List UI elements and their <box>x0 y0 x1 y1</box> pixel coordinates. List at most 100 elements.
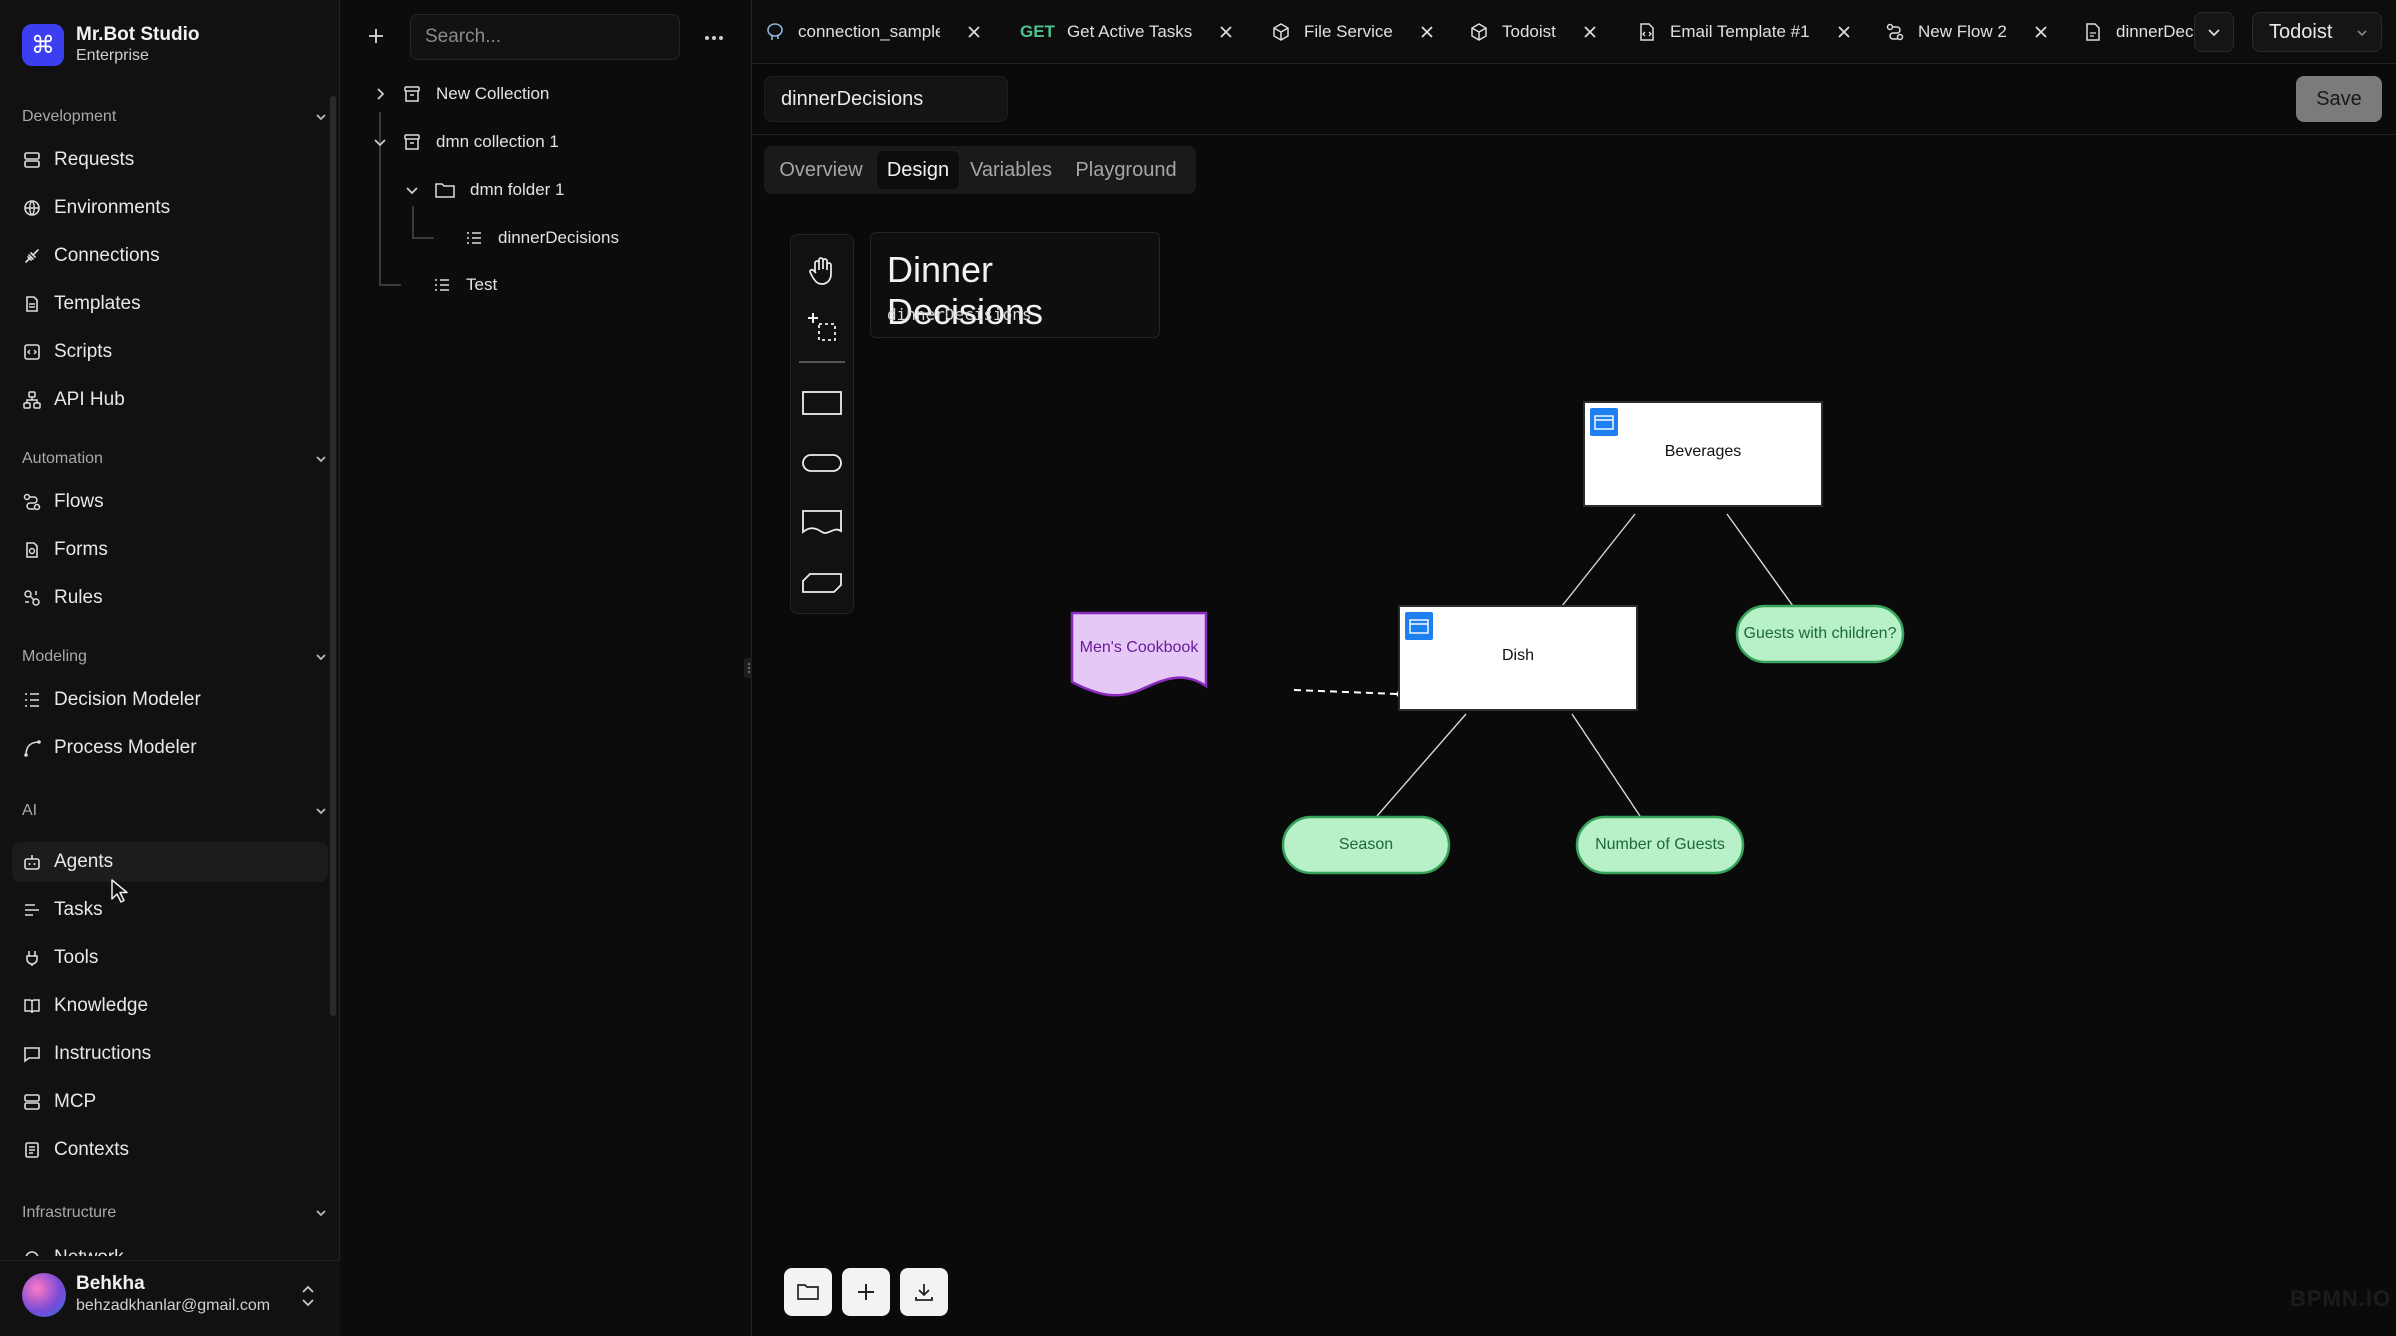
nav-item-tasks[interactable]: Tasks <box>12 890 328 930</box>
nav-section-ai[interactable]: AI <box>22 796 328 826</box>
nav-section-automation[interactable]: Automation <box>22 444 328 474</box>
tree-item-dmn-folder[interactable]: dmn folder 1 <box>404 172 565 208</box>
network-icon <box>23 391 41 409</box>
explorer-panel: New Collection dmn collection 1 dmn fold… <box>340 0 752 1336</box>
nav-section-modeling[interactable]: Modeling <box>22 642 328 672</box>
download-button[interactable] <box>900 1268 948 1316</box>
nav-item-forms[interactable]: Forms <box>12 530 328 570</box>
tab-design[interactable]: Design <box>877 151 959 189</box>
nav-item-contexts[interactable]: Contexts <box>12 1130 328 1170</box>
sidebar-scrollbar[interactable] <box>330 96 336 1016</box>
tab-email-template[interactable]: Email Template #1 <box>1636 0 1852 64</box>
nav-section-development[interactable]: Development <box>22 102 328 132</box>
nav-item-environments[interactable]: Environments <box>12 188 328 228</box>
tab-connection-sample[interactable]: connection_sample <box>764 0 982 64</box>
box-icon <box>1273 23 1289 41</box>
folder-icon <box>797 1284 819 1300</box>
requirement-edge[interactable] <box>1726 513 1799 614</box>
model-name-input[interactable] <box>764 76 1008 122</box>
sidebar: ⌘ Mr.Bot Studio Enterprise Development R… <box>0 0 340 1336</box>
tasks-icon <box>25 904 39 916</box>
authority-requirement-edge[interactable] <box>1293 689 1399 695</box>
nav-item-api-hub[interactable]: API Hub <box>12 380 328 420</box>
close-icon[interactable] <box>2033 24 2049 40</box>
tab-playground[interactable]: Playground <box>1063 151 1189 189</box>
nav-item-instructions[interactable]: Instructions <box>12 1034 328 1074</box>
close-icon[interactable] <box>1218 24 1234 40</box>
nav-item-agents[interactable]: Agents <box>12 842 328 882</box>
nav-item-requests[interactable]: Requests <box>12 140 328 180</box>
nav-item-process-modeler[interactable]: Process Modeler <box>12 728 328 768</box>
book-icon <box>24 999 40 1014</box>
tree-item-dinner-decisions[interactable]: dinnerDecisions <box>464 220 619 256</box>
chevron-down-icon <box>2208 29 2220 37</box>
tab-todoist[interactable]: Todoist <box>1468 0 1598 64</box>
decision-label: Beverages <box>1664 443 1742 460</box>
chevron-down-icon <box>316 808 326 815</box>
plug-icon <box>25 249 39 263</box>
requirement-edge[interactable] <box>1376 713 1467 817</box>
rules-icon <box>24 590 40 606</box>
chevrons-up-down-icon[interactable] <box>298 1283 318 1309</box>
nav-item-mcp[interactable]: MCP <box>12 1082 328 1122</box>
decision-label: Dish <box>1501 647 1534 664</box>
chevron-down-icon <box>316 654 326 661</box>
list-tree-icon <box>25 693 39 707</box>
nav-item-network[interactable]: Network <box>12 1238 328 1256</box>
workspace-select[interactable]: Todoist <box>2252 12 2382 52</box>
sidebar-nav: Development Requests Environments Connec… <box>0 96 330 1256</box>
input-data-label: Number of Guests <box>1595 836 1725 853</box>
folder-icon <box>435 183 455 198</box>
message-icon <box>24 1047 40 1063</box>
brand[interactable]: ⌘ Mr.Bot Studio Enterprise <box>22 22 199 68</box>
file-dmn-icon <box>2086 23 2100 41</box>
explorer-search-input[interactable] <box>410 14 680 60</box>
nav-item-connections[interactable]: Connections <box>12 236 328 276</box>
bot-icon <box>24 855 40 870</box>
tab-dinner-decisions[interactable]: dinnerDecisions <box>2082 0 2196 64</box>
knowledge-source-label: Men's Cookbook <box>1079 639 1199 656</box>
close-icon[interactable] <box>1836 24 1852 40</box>
document-icon <box>25 1142 39 1158</box>
input-data-label: Guests with children? <box>1743 625 1897 642</box>
nav-item-flows[interactable]: Flows <box>12 482 328 522</box>
file-icon <box>26 296 38 312</box>
close-icon[interactable] <box>1419 24 1435 40</box>
tabs-overflow-button[interactable] <box>2194 12 2234 52</box>
nav-item-templates[interactable]: Templates <box>12 284 328 324</box>
nav-section-infrastructure[interactable]: Infrastructure <box>22 1198 328 1228</box>
nav-item-decision-modeler[interactable]: Decision Modeler <box>12 680 328 720</box>
code-icon <box>24 344 40 360</box>
brand-plan: Enterprise <box>76 47 149 64</box>
new-diagram-button[interactable] <box>842 1268 890 1316</box>
tab-get-active-tasks[interactable]: GET Get Active Tasks <box>1020 0 1234 64</box>
tab-overview[interactable]: Overview <box>769 151 873 189</box>
tab-new-flow-2[interactable]: New Flow 2 <box>1884 0 2049 64</box>
plus-icon <box>369 29 383 43</box>
user-menu[interactable]: Behkha behzadkhanlar@gmail.com <box>0 1260 340 1336</box>
tree-item-new-collection[interactable]: New Collection <box>372 76 549 112</box>
close-icon[interactable] <box>1582 24 1598 40</box>
more-options-button[interactable] <box>698 22 730 54</box>
tree-item-dmn-collection[interactable]: dmn collection 1 <box>372 124 559 160</box>
curve-icon <box>24 740 41 757</box>
view-tabs: Overview Design Variables Playground <box>764 146 1196 194</box>
tab-variables[interactable]: Variables <box>963 151 1059 189</box>
archive-icon <box>404 134 420 150</box>
requirement-edge[interactable] <box>1561 513 1636 607</box>
nav-item-rules[interactable]: Rules <box>12 578 328 618</box>
save-button[interactable]: Save <box>2296 76 2382 122</box>
nav-item-knowledge[interactable]: Knowledge <box>12 986 328 1026</box>
add-item-button[interactable] <box>360 20 392 52</box>
tree-item-test[interactable]: Test <box>432 267 497 303</box>
chevron-right-icon <box>377 88 385 100</box>
postgres-icon <box>767 23 783 40</box>
tab-file-service[interactable]: File Service <box>1270 0 1435 64</box>
bpmn-io-logo[interactable]: BPMN.IO <box>2290 1286 2391 1312</box>
open-file-button[interactable] <box>784 1268 832 1316</box>
nav-item-tools[interactable]: Tools <box>12 938 328 978</box>
avatar <box>22 1273 66 1317</box>
requirement-edge[interactable] <box>1571 713 1641 817</box>
close-icon[interactable] <box>966 24 982 40</box>
nav-item-scripts[interactable]: Scripts <box>12 332 328 372</box>
